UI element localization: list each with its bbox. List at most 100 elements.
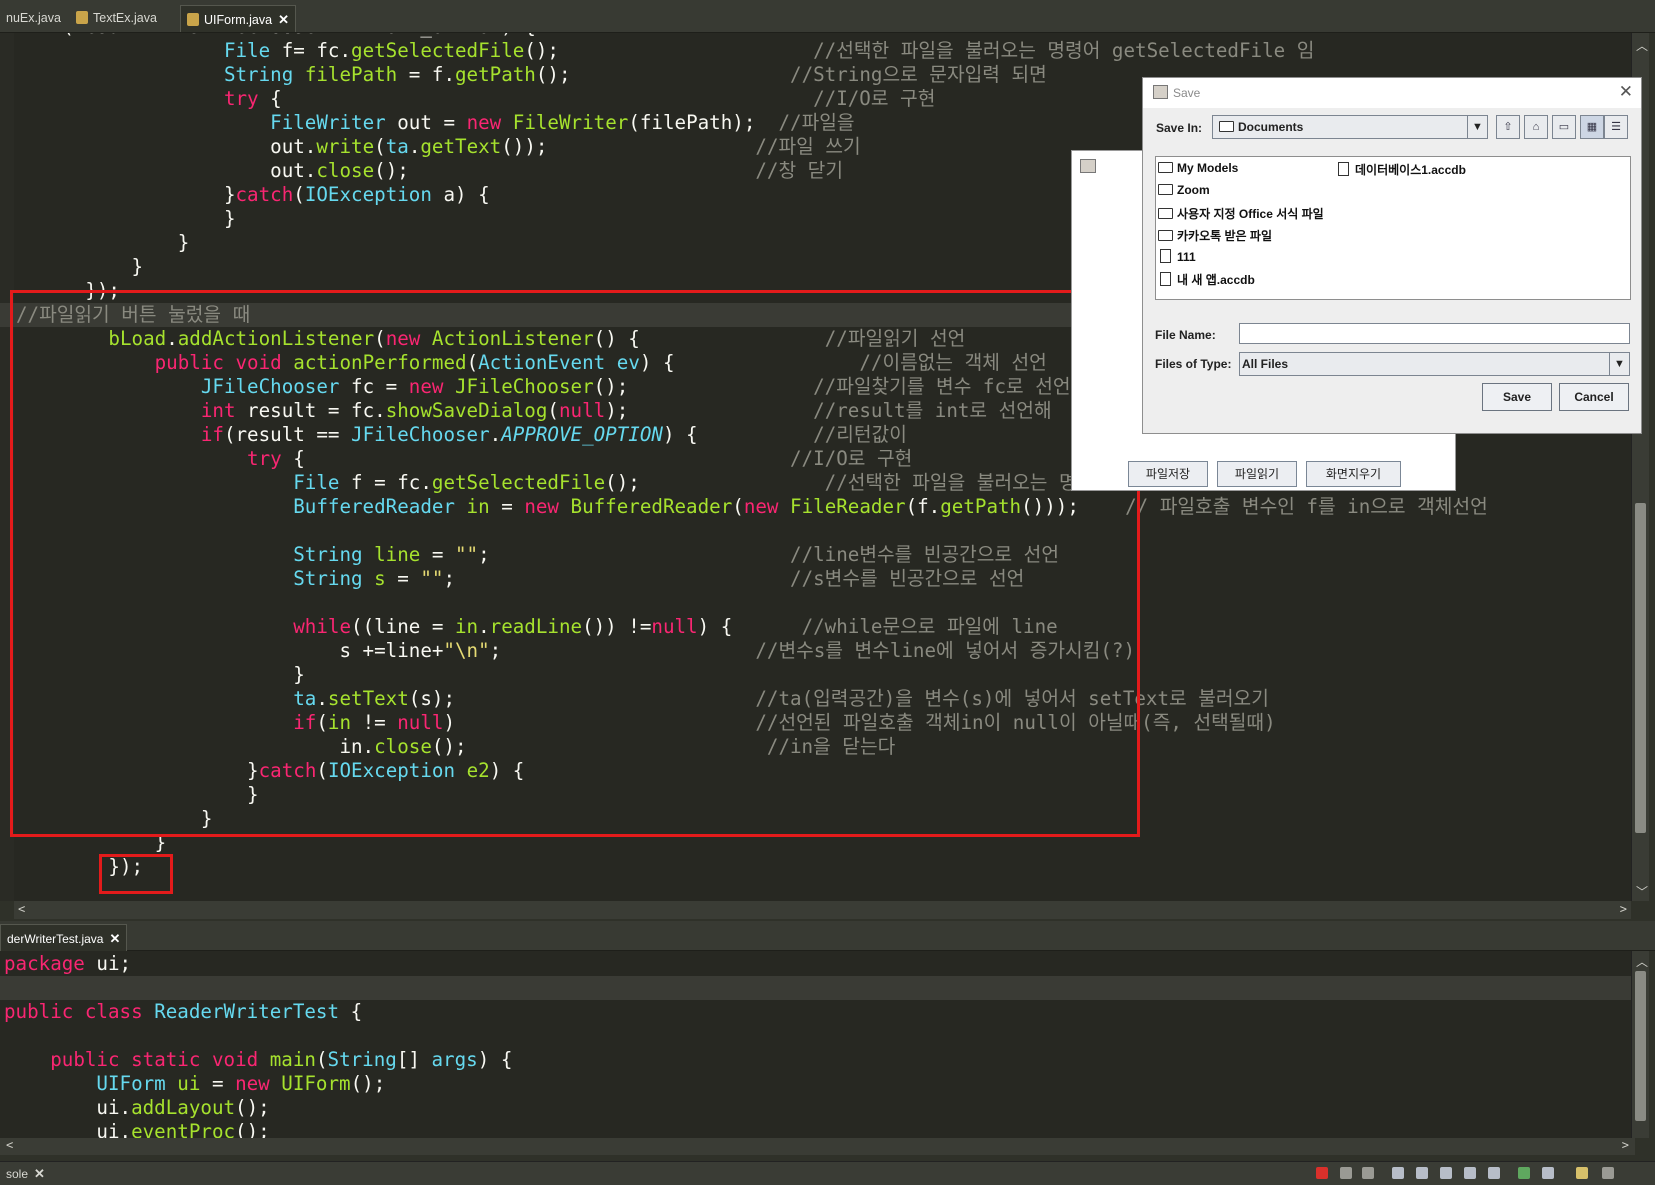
code-token: //선택한 파일을 불러오는 명령어 getSelectedFile 임 bbox=[813, 39, 1315, 62]
list-item[interactable]: Zoom bbox=[1158, 183, 1210, 197]
open-console-icon[interactable] bbox=[1488, 1167, 1500, 1179]
code-token: public bbox=[50, 1048, 120, 1071]
highlight-box-closing bbox=[99, 854, 173, 894]
close-tab-icon[interactable]: ✕ bbox=[34, 1166, 45, 1181]
code-token: ui. bbox=[96, 1120, 132, 1138]
chevron-down-icon[interactable]: ▼ bbox=[1467, 116, 1487, 138]
scroll-right-icon[interactable]: > bbox=[1622, 1138, 1629, 1152]
chevron-down-icon[interactable]: ▼ bbox=[1609, 353, 1629, 375]
code-token: IOException bbox=[304, 183, 432, 206]
code-token: ui bbox=[177, 1072, 201, 1095]
code-area[interactable]: package ui; public class ReaderWriterTest… bbox=[0, 951, 1635, 1138]
tab-menuex[interactable]: nuEx.java bbox=[0, 5, 67, 32]
scroll-up-icon[interactable]: ︿ bbox=[1636, 37, 1648, 54]
code-line: File f= fc.getSelectedFile(); //선택한 파일을 … bbox=[0, 39, 1635, 63]
code-token: //창 닫기 bbox=[755, 159, 843, 182]
tab-console[interactable]: sole ✕ bbox=[0, 1163, 51, 1185]
code-token: ui; bbox=[84, 952, 132, 975]
details-view-icon[interactable]: ☰ bbox=[1604, 115, 1628, 139]
scroll-thumb[interactable] bbox=[1635, 503, 1646, 833]
list-view-icon[interactable]: ▦ bbox=[1580, 115, 1604, 139]
home-icon[interactable]: ⌂ bbox=[1524, 115, 1548, 139]
new-folder-icon[interactable]: ▭ bbox=[1552, 115, 1576, 139]
list-item[interactable]: My Models bbox=[1158, 161, 1238, 175]
scroll-lock-icon[interactable] bbox=[1392, 1167, 1404, 1179]
scroll-left-icon[interactable]: < bbox=[6, 1138, 13, 1152]
code-token: if(result == JFileChooser.APPROVE_OPTION… bbox=[39, 33, 536, 38]
close-tab-icon[interactable]: ✕ bbox=[278, 12, 289, 27]
display-console-icon[interactable] bbox=[1464, 1167, 1476, 1179]
stop-icon[interactable] bbox=[1316, 1167, 1328, 1179]
code-token: (); bbox=[235, 1120, 270, 1138]
horizontal-scrollbar[interactable]: < > bbox=[14, 901, 1631, 919]
list-item[interactable]: 내 새 앱.accdb bbox=[1160, 271, 1255, 288]
list-item[interactable]: 데이터베이스1.accdb bbox=[1338, 161, 1466, 178]
pin-console-icon[interactable] bbox=[1440, 1167, 1452, 1179]
code-line: ui.addLayout(); bbox=[0, 1096, 1635, 1120]
scroll-thumb[interactable] bbox=[1635, 971, 1646, 1121]
file-name-input[interactable] bbox=[1239, 323, 1630, 344]
remove-all-icon[interactable] bbox=[1362, 1167, 1374, 1179]
dialog-title: Save bbox=[1173, 86, 1201, 100]
clear-screen-button[interactable]: 화면지우기 bbox=[1306, 461, 1401, 487]
save-dialog[interactable]: Save ✕ Save In: Documents ▼ ⇧ ⌂ ▭ ▦ ☰ My… bbox=[1142, 77, 1642, 434]
minimize-icon[interactable] bbox=[1542, 1167, 1554, 1179]
list-item[interactable]: 카카오톡 받은 파일 bbox=[1158, 227, 1272, 244]
file-icon bbox=[1160, 272, 1171, 286]
code-token: //파일을 bbox=[778, 111, 855, 134]
code-token: //I/O로 구현 bbox=[813, 87, 936, 110]
code-token: getSelectedFile bbox=[351, 39, 525, 62]
code-token: main bbox=[269, 1048, 316, 1071]
load-file-button[interactable]: 파일읽기 bbox=[1217, 461, 1297, 487]
tab-readerwritertest[interactable]: derWriterTest.java ✕ bbox=[0, 924, 128, 951]
save-button[interactable]: Save bbox=[1482, 383, 1552, 411]
save-in-combo[interactable]: Documents ▼ bbox=[1212, 115, 1488, 139]
files-of-type-combo[interactable]: All Files ▼ bbox=[1239, 352, 1630, 376]
scroll-up-icon[interactable]: ︿ bbox=[1636, 953, 1648, 970]
code-token: (); bbox=[524, 39, 559, 62]
code-token: = bbox=[200, 1072, 236, 1095]
code-token: package bbox=[4, 952, 85, 975]
bottom-tab-bar: derWriterTest.java ✕ bbox=[0, 921, 1655, 951]
list-item[interactable]: 사용자 지정 Office 서식 파일 bbox=[1158, 205, 1324, 222]
code-token: new bbox=[466, 111, 502, 134]
close-icon[interactable]: ✕ bbox=[1619, 82, 1633, 102]
file-list[interactable]: My Models Zoom 사용자 지정 Office 서식 파일 카카오톡 … bbox=[1155, 156, 1631, 300]
up-folder-icon[interactable]: ⇧ bbox=[1496, 115, 1520, 139]
scroll-down-icon[interactable]: ﹀ bbox=[1636, 883, 1648, 900]
code-token: UIForm bbox=[281, 1072, 351, 1095]
save-file-button[interactable]: 파일저장 bbox=[1128, 461, 1208, 487]
code-token: // 파일호출 변수인 f를 in으로 객체선언 bbox=[1125, 495, 1488, 518]
new-console-icon[interactable] bbox=[1518, 1167, 1530, 1179]
code-editor-bottom[interactable]: package ui; public class ReaderWriterTest… bbox=[0, 951, 1635, 1138]
tab-uiform[interactable]: UIForm.java ✕ bbox=[180, 5, 296, 32]
maximize-icon[interactable] bbox=[1576, 1167, 1588, 1179]
scroll-left-icon[interactable]: < bbox=[18, 902, 25, 916]
code-token: { bbox=[258, 87, 282, 110]
list-item[interactable]: 111 bbox=[1160, 249, 1196, 264]
horizontal-scrollbar[interactable]: < > bbox=[0, 1138, 1635, 1155]
console-bar: sole ✕ bbox=[0, 1161, 1655, 1185]
word-wrap-icon[interactable] bbox=[1416, 1167, 1428, 1179]
close-tab-icon[interactable]: ✕ bbox=[109, 931, 120, 946]
dialog-title-bar: Save ✕ bbox=[1143, 78, 1641, 108]
code-token: = f. bbox=[397, 63, 455, 86]
tab-textex[interactable]: TextEx.java bbox=[70, 5, 163, 32]
code-token: (); bbox=[374, 159, 409, 182]
remove-launch-icon[interactable] bbox=[1340, 1167, 1352, 1179]
code-token: f= fc. bbox=[270, 39, 352, 62]
cancel-button[interactable]: Cancel bbox=[1559, 383, 1629, 411]
scroll-right-icon[interactable]: > bbox=[1620, 902, 1627, 916]
vertical-scrollbar[interactable]: ︿ bbox=[1631, 951, 1649, 1138]
view-menu-icon[interactable] bbox=[1602, 1167, 1614, 1179]
code-token: ) { bbox=[477, 1048, 513, 1071]
